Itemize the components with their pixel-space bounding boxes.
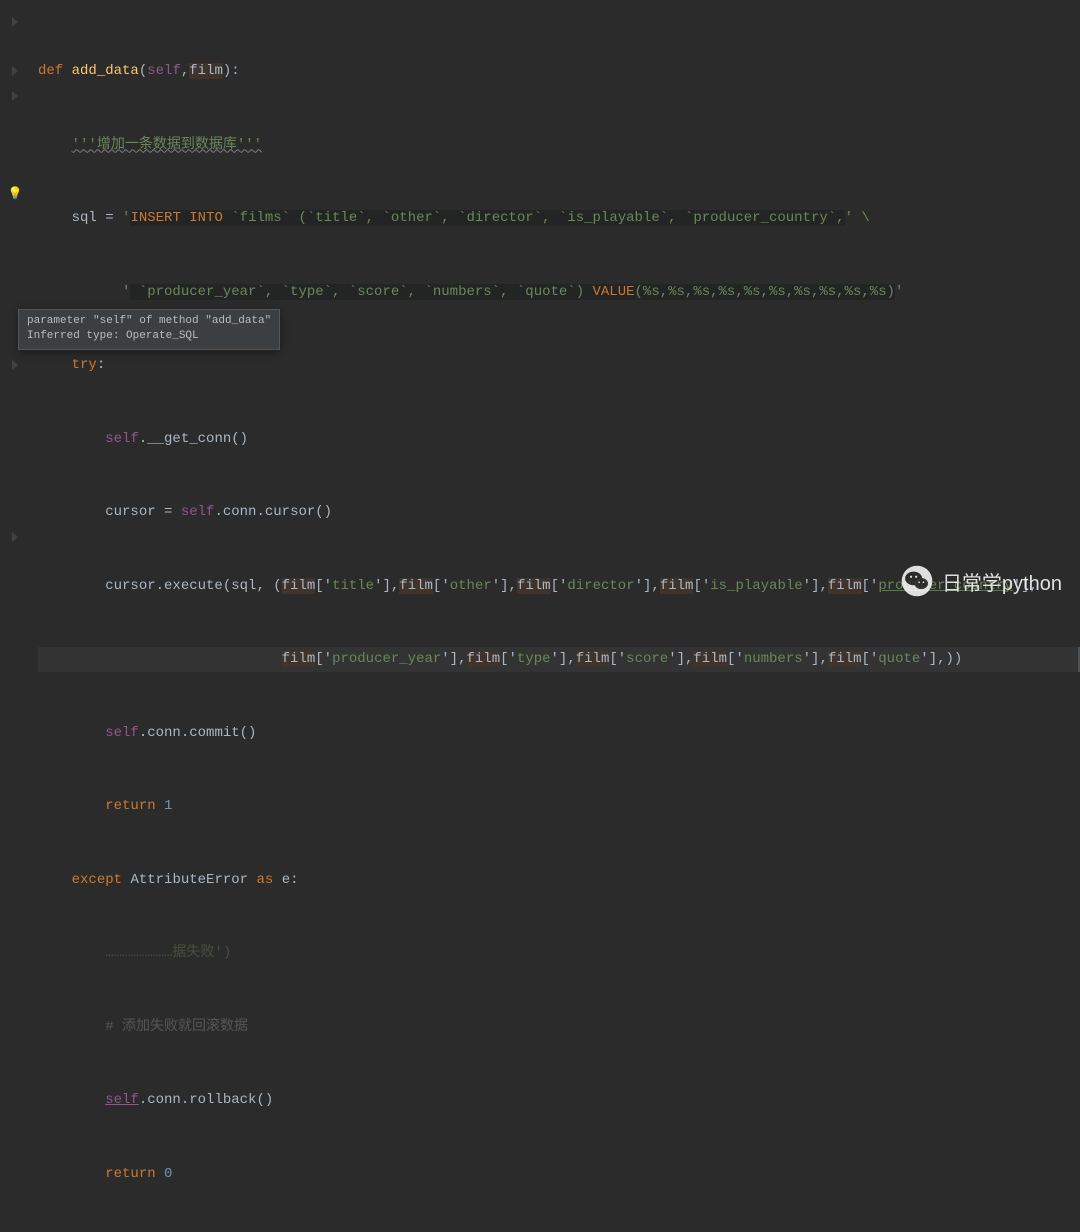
code-line-active[interactable]: film['producer_year'],film['type'],film[… <box>38 647 1080 672</box>
code-line[interactable]: self.__get_conn() <box>38 427 1080 452</box>
wechat-icon <box>900 564 934 598</box>
code-line[interactable]: return 0 <box>38 1162 1080 1187</box>
code-line[interactable]: # 添加失败就回滚数据 <box>38 1015 1080 1040</box>
code-line[interactable]: try: <box>38 353 1080 378</box>
code-line[interactable]: sql = 'INSERT INTO `films` (`title`, `ot… <box>38 206 1080 231</box>
code-line[interactable]: '''增加一条数据到数据库''' <box>38 133 1080 158</box>
code-area[interactable]: def add_data(self,film): '''增加一条数据到数据库''… <box>30 0 1080 616</box>
lightbulb-icon[interactable]: 💡 <box>8 186 23 201</box>
code-line[interactable]: except AttributeError as e: <box>38 868 1080 893</box>
gutter: 💡 <box>0 0 30 616</box>
watermark-text: 日常学python <box>942 567 1062 596</box>
code-editor[interactable]: 💡 def add_data(self,film): '''增加一条数据到数据库… <box>0 0 1080 616</box>
code-line[interactable]: def add_data(self,film): <box>38 59 1080 84</box>
watermark: 日常学python <box>900 564 1062 598</box>
code-line[interactable]: ……………………据失败') <box>38 941 1080 966</box>
code-line[interactable]: self.conn.rollback() <box>38 1088 1080 1113</box>
type-hint-tooltip: parameter "self" of method "add_data" In… <box>18 309 280 350</box>
code-line[interactable]: self.conn.commit() <box>38 721 1080 746</box>
code-line[interactable]: return 1 <box>38 794 1080 819</box>
code-line[interactable]: cursor = self.conn.cursor() <box>38 500 1080 525</box>
code-line[interactable]: ' `producer_year`, `type`, `score`, `num… <box>38 280 1080 305</box>
